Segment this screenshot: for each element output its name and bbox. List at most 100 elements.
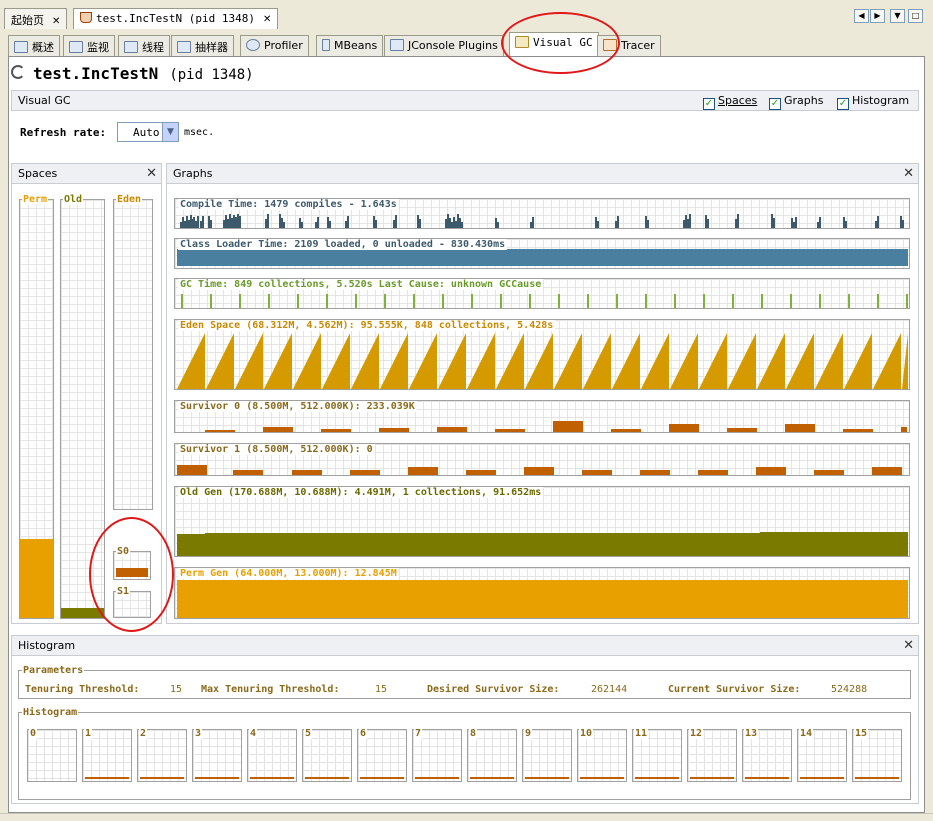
doc-tab-label: test.IncTestN (pid 1348) (96, 12, 255, 25)
gc-tick (500, 294, 502, 308)
refresh-rate-value: Auto (133, 126, 160, 139)
histogram-bucket: 14 (797, 728, 847, 782)
survivor-block (553, 421, 583, 432)
compile-spike (461, 222, 463, 228)
compile-spike (453, 217, 455, 228)
compile-spike (457, 214, 459, 228)
compile-spike (237, 214, 239, 228)
checkbox-checked-icon[interactable]: ✓ (837, 98, 849, 110)
compile-spike (417, 215, 419, 228)
gc-tick (210, 294, 212, 308)
doc-tab-application[interactable]: test.IncTestN (pid 1348) ✕ (73, 8, 279, 29)
tab-threads[interactable]: 线程 (118, 35, 170, 56)
desired-survivor-size-label: Desired Survivor Size: (427, 684, 560, 695)
perm-space-column (19, 199, 54, 619)
maximize-icon[interactable]: □ (908, 9, 923, 23)
scroll-left-icon[interactable]: ◀ (854, 9, 869, 23)
histogram-bucket: 13 (742, 728, 792, 782)
histogram-bucket-label: 13 (744, 728, 759, 739)
compile-spike (707, 219, 709, 228)
histogram-bucket: 12 (687, 728, 737, 782)
survivor-block (669, 424, 699, 432)
survivor-0-title: Survivor 0 (8.500M, 512.000K): 233.039K (178, 401, 417, 412)
compile-spike (817, 222, 819, 228)
gc-tick (877, 294, 879, 308)
compile-spike (773, 218, 775, 228)
compile-spike (495, 218, 497, 228)
compile-spike (188, 220, 190, 228)
tab-profiler[interactable]: Profiler (240, 35, 309, 56)
compile-spike (395, 215, 397, 228)
tab-tracer[interactable]: Tracer (597, 35, 661, 56)
compile-spike (795, 217, 797, 228)
histogram-bucket-label: 8 (469, 728, 478, 739)
current-survivor-size-label: Current Survivor Size: (668, 684, 801, 695)
scroll-right-icon[interactable]: ▶ (870, 9, 885, 23)
tab-jconsole-plugins[interactable]: JConsole Plugins (384, 35, 504, 56)
compile-spike (195, 221, 197, 228)
compile-spike (449, 218, 451, 228)
checkbox-checked-icon[interactable]: ✓ (769, 98, 781, 110)
compile-spike (279, 214, 281, 228)
class-loader-graph: Class Loader Time: 2109 loaded, 0 unload… (174, 238, 910, 269)
gc-tick (529, 294, 531, 308)
compile-spike (877, 216, 879, 228)
histogram-bucket-label: 7 (414, 728, 423, 739)
option-label: Graphs (784, 94, 824, 107)
compile-spike (902, 220, 904, 228)
compile-spike (735, 219, 737, 228)
tab-visual-gc[interactable]: Visual GC (509, 32, 599, 57)
refresh-rate-select[interactable]: Auto ▼ (117, 122, 179, 142)
survivor-block (321, 429, 351, 432)
close-icon[interactable]: ✕ (263, 14, 271, 25)
compile-spike (791, 218, 793, 228)
close-icon[interactable]: ✕ (52, 16, 60, 27)
compile-spike (530, 222, 532, 228)
histogram-bucket-label: 3 (194, 728, 203, 739)
compile-spike (235, 219, 237, 228)
dropdown-icon[interactable]: ▼ (890, 9, 905, 23)
compile-spike (645, 216, 647, 228)
compile-spike (689, 214, 691, 228)
histogram-bucket-bar (85, 777, 129, 779)
close-icon[interactable]: ✕ (146, 166, 157, 181)
compile-spike (210, 220, 212, 228)
option-label: Histogram (852, 94, 910, 107)
tab-label: 抽样器 (195, 41, 228, 54)
close-icon[interactable]: ✕ (903, 166, 914, 181)
spaces-header: Spaces ✕ (11, 163, 162, 184)
survivor-block (785, 424, 815, 432)
histogram-bucket-label: 6 (359, 728, 368, 739)
survivor-block (756, 467, 786, 475)
histogram-bucket-bar (195, 777, 239, 779)
chevron-down-icon[interactable]: ▼ (162, 123, 178, 141)
histogram-bucket: 2 (137, 728, 187, 782)
perm-gen-graph: Perm Gen (64.000M, 13.000M): 12.845M (174, 567, 910, 619)
checkbox-checked-icon[interactable]: ✓ (703, 98, 715, 110)
compile-spike (419, 219, 421, 228)
tracer-icon (603, 39, 617, 51)
option-histogram[interactable]: ✓ Histogram (837, 94, 909, 110)
doc-tab-label: 起始页 (11, 14, 44, 27)
compile-spike (239, 218, 241, 228)
histogram-bucket-bar (140, 777, 184, 779)
compile-spike (393, 220, 395, 228)
doc-tab-start-page[interactable]: 起始页 ✕ (4, 8, 68, 29)
histogram-bucket-label: 12 (689, 728, 704, 739)
tab-mbeans[interactable]: MBeans (316, 35, 384, 56)
gc-tick (848, 294, 850, 308)
survivor-block (814, 470, 844, 475)
compile-spike (375, 220, 377, 228)
monitor-icon (69, 41, 83, 53)
option-spaces[interactable]: ✓ Spaces (703, 94, 757, 110)
tab-label: JConsole Plugins (408, 39, 498, 52)
close-icon[interactable]: ✕ (903, 638, 914, 653)
tab-sampler[interactable]: 抽样器 (171, 35, 234, 56)
profiler-icon (246, 39, 260, 51)
tab-overview[interactable]: 概述 (8, 35, 60, 56)
old-gen-area (177, 532, 908, 556)
option-graphs[interactable]: ✓ Graphs (769, 94, 823, 110)
histogram-bucket: 0 (27, 728, 77, 782)
histogram-box-title: Histogram (22, 707, 79, 718)
tab-monitor[interactable]: 监视 (63, 35, 115, 56)
